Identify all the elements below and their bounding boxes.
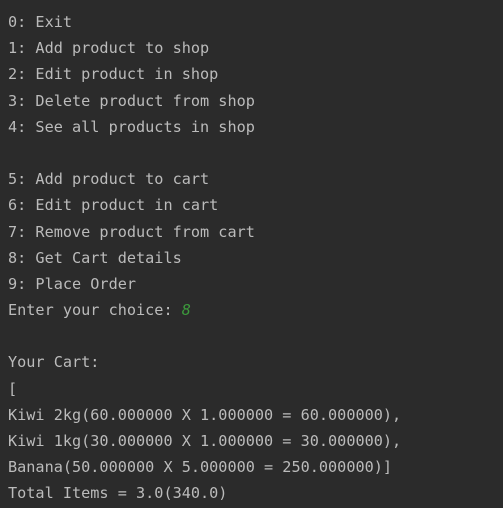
menu-item-see-all-products: 4: See all products in shop xyxy=(8,117,255,136)
choice-prompt-label: Enter your choice: xyxy=(8,301,182,320)
cart-line: Kiwi 1kg(30.000000 X 1.000000 = 30.00000… xyxy=(8,432,402,450)
cart-total: Total Items = 3.0(340.0) xyxy=(8,484,228,503)
choice-input-value[interactable]: 8 xyxy=(182,301,191,319)
cart-header: Your Cart: xyxy=(8,353,100,372)
cart-open-bracket: [ xyxy=(8,379,18,398)
console-output: 0: Exit 1: Add product to shop 2: Edit p… xyxy=(0,0,503,508)
menu-item-add-product-to-cart: 5: Add product to cart xyxy=(8,170,210,189)
menu-item-get-cart-details: 8: Get Cart details xyxy=(8,248,182,267)
menu-item-place-order: 9: Place Order xyxy=(8,274,137,293)
cart-line: Banana(50.000000 X 5.000000 = 250.000000… xyxy=(8,458,393,477)
menu-item-edit-product-in-cart: 6: Edit product in cart xyxy=(8,196,219,215)
menu-item-add-product-to-shop: 1: Add product to shop xyxy=(8,39,210,58)
menu-item-delete-product-from-shop: 3: Delete product from shop xyxy=(8,91,255,110)
menu-item-remove-product-from-cart: 7: Remove product from cart xyxy=(8,222,255,241)
choice-prompt[interactable]: Enter your choice: 8 xyxy=(8,297,503,323)
menu-item-edit-product-in-shop: 2: Edit product in shop xyxy=(8,65,219,84)
cart-line: Kiwi 2kg(60.000000 X 1.000000 = 60.00000… xyxy=(8,405,402,424)
menu-item-exit: 0: Exit xyxy=(8,13,73,31)
